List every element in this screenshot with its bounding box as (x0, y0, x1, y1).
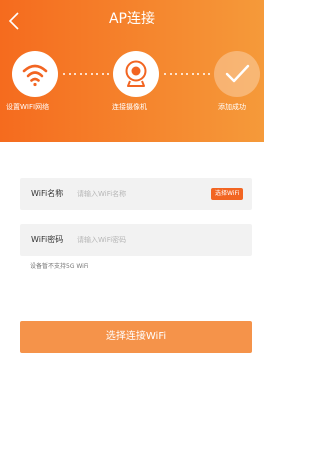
step-label-camera: 连接摄像机 (112, 103, 147, 111)
step-success (214, 51, 260, 97)
step-connector (63, 73, 109, 75)
wifi-password-input[interactable] (77, 232, 207, 247)
wifi-name-label: WiFi名称 (31, 189, 64, 198)
step-camera (113, 51, 159, 97)
step-label-wifi: 设置WIFI网络 (6, 103, 50, 111)
wifi-name-field: WiFi名称 选择WiFi (20, 178, 252, 210)
5g-hint-text: 设备暂不支持5G WiFi (30, 263, 89, 270)
wifi-name-input[interactable] (77, 186, 207, 201)
wifi-password-label: WiFi密码 (31, 235, 64, 244)
page-title: AP连接 (108, 11, 156, 27)
select-wifi-button[interactable]: 选择WiFi (211, 188, 244, 200)
checkmark-icon (225, 64, 250, 83)
header: AP连接 设置WIFI网络 连接摄像机 添加成功 (0, 0, 264, 142)
camera-icon (125, 60, 147, 87)
step-connector (164, 73, 210, 75)
wifi-password-field: WiFi密码 (20, 224, 252, 256)
wifi-icon (22, 64, 48, 87)
step-wifi (12, 51, 58, 97)
select-connect-wifi-button[interactable]: 选择连接WiFi (20, 321, 252, 353)
step-label-success: 添加成功 (218, 103, 246, 111)
